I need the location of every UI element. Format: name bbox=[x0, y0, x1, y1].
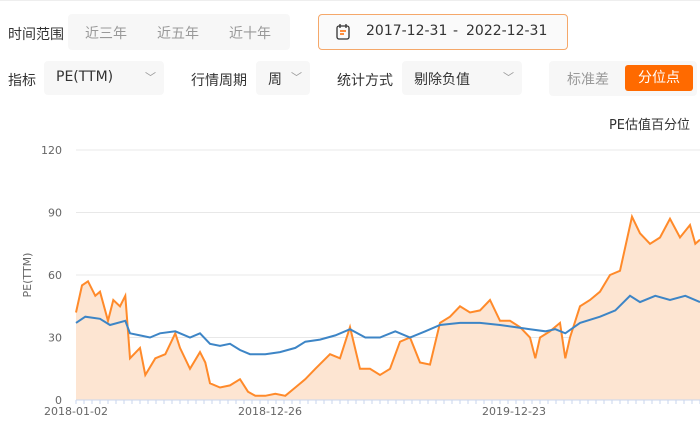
y-tick-label: 60 bbox=[48, 269, 62, 282]
chart-title: PE估值百分位 bbox=[609, 117, 690, 133]
x-tick-label: 2018-01-02 bbox=[44, 405, 108, 418]
percentile-area bbox=[76, 216, 700, 400]
y-axis-label: PE(TTM) bbox=[21, 253, 34, 298]
x-tick-label: 2019-12-23 bbox=[482, 405, 546, 418]
chart: PE估值百分位0306090120PE(TTM)2018-01-02 2018-1… bbox=[21, 117, 700, 418]
y-tick-label: 90 bbox=[48, 207, 62, 220]
y-tick-label: 120 bbox=[41, 144, 62, 157]
x-tick-label: 2018-12-26 bbox=[238, 405, 302, 418]
y-tick-label: 30 bbox=[48, 332, 62, 345]
